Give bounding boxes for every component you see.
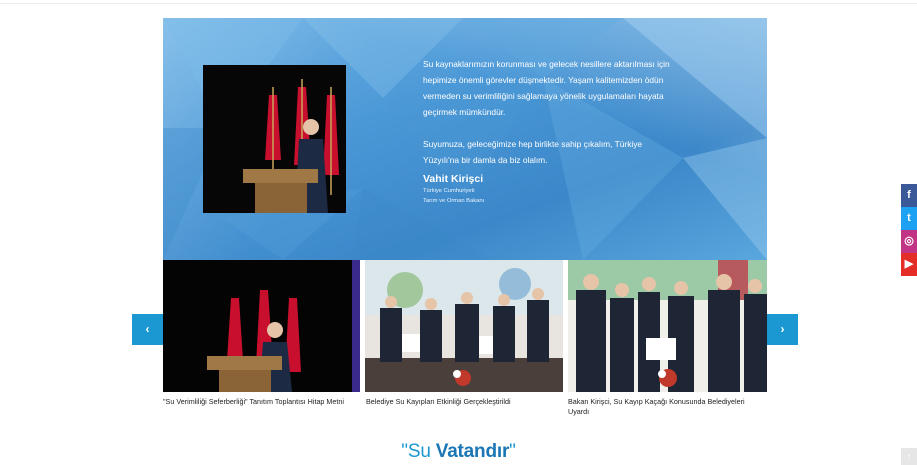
- news-thumbnail-1[interactable]: [163, 260, 360, 392]
- slider-prev-button[interactable]: ‹: [132, 314, 163, 345]
- hero-banner: Su kaynaklarımızın korunması ve gelecek …: [163, 18, 767, 260]
- youtube-icon: ▶: [904, 258, 914, 270]
- quote-author-name: Vahit Kirişci: [423, 173, 484, 185]
- arrow-up-icon: ↑: [907, 452, 911, 461]
- tagline-post: ": [509, 441, 516, 462]
- social-dock: f t ◎ ▶: [901, 184, 917, 276]
- chevron-right-icon: ›: [780, 322, 785, 336]
- instagram-icon: ◎: [904, 235, 914, 247]
- chevron-left-icon: ‹: [145, 322, 150, 336]
- slider-next-button[interactable]: ›: [767, 314, 798, 345]
- youtube-link[interactable]: ▶: [901, 253, 917, 276]
- news-caption-2[interactable]: Belediye Su Kayıpları Etkinliği Gerçekle…: [366, 397, 561, 407]
- news-thumbnail-3[interactable]: [568, 260, 767, 392]
- instagram-link[interactable]: ◎: [901, 230, 917, 253]
- news-thumbnail-2[interactable]: [365, 260, 563, 392]
- minister-speech-photo: [203, 65, 346, 213]
- facebook-icon: f: [907, 189, 911, 201]
- hero-quote: Su kaynaklarımızın korunması ve gelecek …: [423, 56, 673, 206]
- twitter-icon: t: [907, 212, 911, 224]
- quote-paragraph-2: Suyumuza, geleceğimize hep birlikte sahi…: [423, 139, 643, 165]
- scroll-to-top-button[interactable]: ↑: [901, 448, 917, 465]
- news-caption-3[interactable]: Bakan Kirişci, Su Kayıp Kaçağı Konusunda…: [568, 397, 763, 417]
- tagline-pre: "Su: [401, 441, 436, 462]
- twitter-link[interactable]: t: [901, 207, 917, 230]
- tagline-bold: Vatandır: [435, 441, 510, 462]
- header-divider: [0, 3, 917, 4]
- news-caption-1[interactable]: "Su Verimliliği Seferberliği" Tanıtım To…: [163, 397, 358, 407]
- tagline: "Su Vatandır": [0, 441, 917, 463]
- quote-author-role-line1: Türkiye Cumhuriyeti: [423, 188, 475, 194]
- quote-author-role-line2: Tarım ve Orman Bakanı: [423, 198, 485, 204]
- facebook-link[interactable]: f: [901, 184, 917, 207]
- quote-paragraph-1: Su kaynaklarımızın korunması ve gelecek …: [423, 59, 670, 117]
